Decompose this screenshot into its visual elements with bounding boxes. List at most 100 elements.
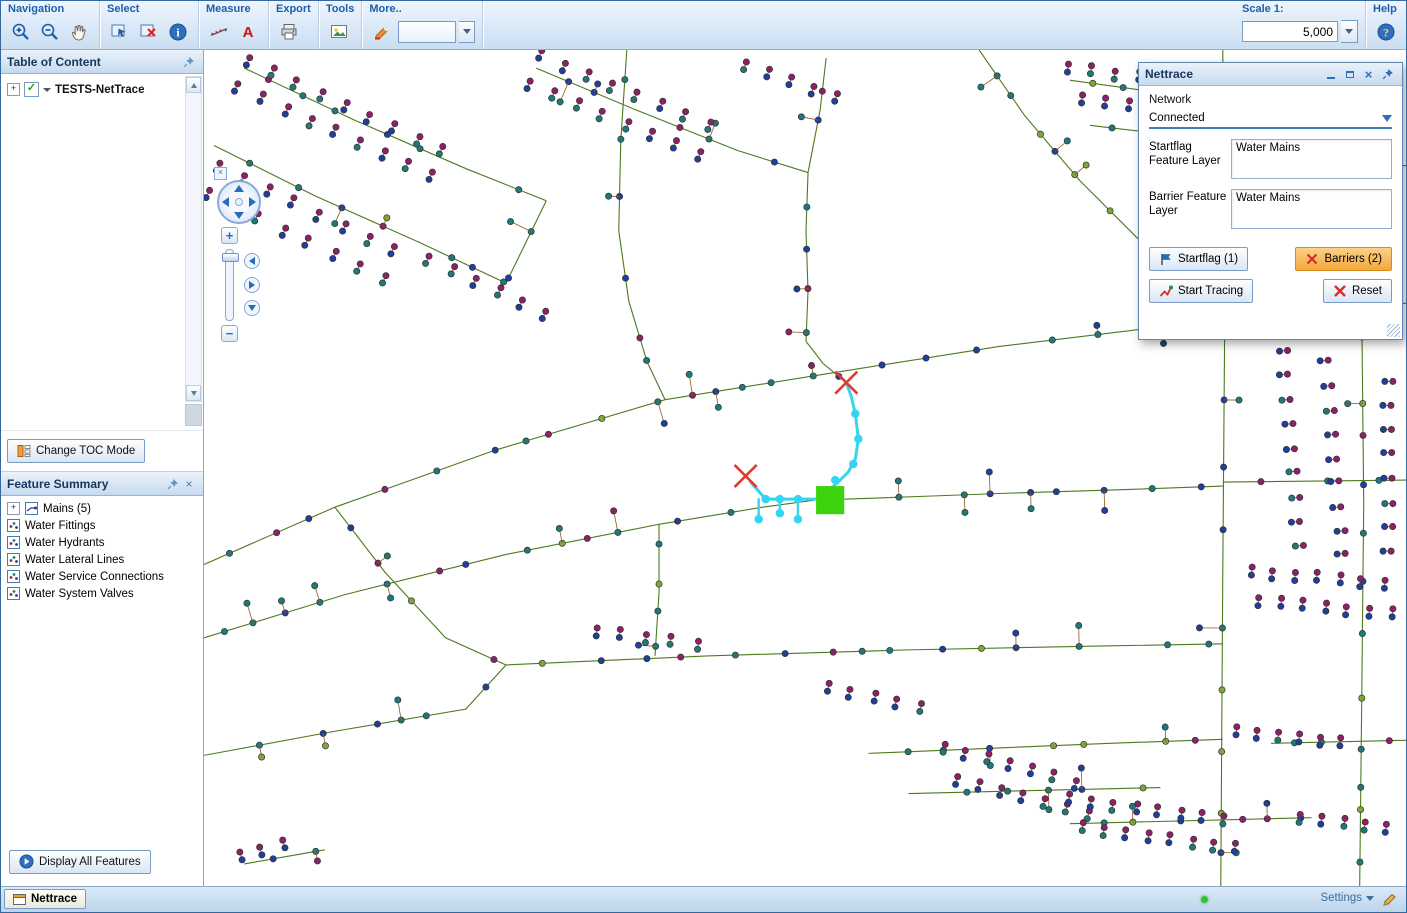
expander-icon[interactable]: + — [7, 502, 20, 515]
settings-menu[interactable]: Settings — [1320, 892, 1374, 904]
zoom-extent-button[interactable] — [244, 300, 260, 316]
start-tracing-button-label: Start Tracing — [1178, 285, 1243, 297]
toc-scrollbar[interactable] — [185, 76, 202, 402]
nettrace-dialog-titlebar[interactable]: Nettrace × — [1139, 63, 1402, 86]
network-selected-value: Connected — [1149, 112, 1382, 124]
group-label-export: Export — [276, 3, 311, 15]
toc-footer: Change TOC Mode — [1, 431, 203, 472]
group-label-tools: Tools — [326, 3, 355, 15]
layer-icon — [7, 519, 20, 532]
feature-summary-close-button[interactable]: × — [181, 476, 197, 492]
pan-west-icon[interactable] — [222, 197, 229, 207]
scroll-up-button[interactable] — [186, 77, 201, 93]
list-item-label: Water Hydrants — [25, 537, 104, 549]
pan-button[interactable] — [66, 19, 92, 45]
change-toc-mode-button[interactable]: Change TOC Mode — [7, 439, 145, 463]
list-item-water-system-valves[interactable]: Water System Valves — [1, 585, 203, 602]
nettrace-task-button[interactable]: Nettrace — [4, 889, 86, 909]
nettrace-dialog-title: Nettrace — [1145, 67, 1320, 81]
display-all-features-button[interactable]: Display All Features — [9, 850, 151, 874]
dialog-pin-button[interactable] — [1379, 66, 1396, 82]
expander-icon[interactable]: + — [7, 83, 20, 96]
zoom-in-slider-button[interactable]: + — [221, 227, 238, 244]
toc-root-item[interactable]: + ✓ TESTS-NetTrace — [1, 74, 203, 105]
main-content: Table of Content + ✓ TESTS-NetTrace — [1, 50, 1406, 886]
list-item-water-fittings[interactable]: Water Fittings — [1, 517, 203, 534]
sidebar: Table of Content + ✓ TESTS-NetTrace — [1, 50, 204, 886]
feature-summary-pin-button[interactable] — [165, 476, 181, 492]
dialog-resize-grip[interactable] — [1387, 324, 1400, 337]
redline-button[interactable] — [369, 19, 395, 45]
zoom-slider-thumb[interactable] — [222, 253, 239, 262]
feature-summary-title: Feature Summary — [7, 477, 165, 491]
toc-root-label: TESTS-NetTrace — [55, 84, 144, 96]
list-item-water-service-connections[interactable]: Water Service Connections — [1, 568, 203, 585]
feature-summary-header: Feature Summary × — [1, 472, 203, 496]
scroll-down-button[interactable] — [186, 385, 201, 401]
help-button[interactable]: ? — [1373, 19, 1399, 45]
pin-icon — [183, 56, 195, 68]
list-item-label: Mains (5) — [43, 503, 91, 515]
list-item-water-lateral-lines[interactable]: Water Lateral Lines — [1, 551, 203, 568]
settings-label: Settings — [1320, 892, 1362, 904]
zoom-out-button[interactable] — [37, 19, 63, 45]
pan-hand-icon — [69, 22, 89, 42]
scale-input[interactable] — [1242, 21, 1338, 42]
layer-icon — [7, 553, 20, 566]
chevron-down-icon[interactable] — [43, 88, 51, 92]
feature-summary-list: + Mains (5) Water Fittings Water Hydrant… — [1, 496, 203, 886]
list-item-mains[interactable]: + Mains (5) — [1, 500, 203, 517]
pan-center-icon[interactable] — [235, 198, 243, 206]
network-label: Network — [1149, 94, 1392, 106]
start-tracing-button[interactable]: Start Tracing — [1149, 279, 1253, 303]
zoom-out-icon — [40, 22, 60, 42]
nettrace-dialog: Nettrace × Network Connected Start — [1138, 62, 1403, 340]
barrier-layer-value[interactable]: Water Mains — [1231, 189, 1392, 229]
restore-button[interactable] — [1341, 66, 1358, 82]
pan-east-icon[interactable] — [249, 197, 256, 207]
more-tools-dropdown-button[interactable] — [459, 21, 475, 43]
display-all-features-label: Display All Features — [39, 856, 141, 868]
snapshot-button[interactable] — [326, 19, 352, 45]
select-features-button[interactable] — [107, 19, 133, 45]
pan-south-icon[interactable] — [234, 212, 244, 219]
previous-extent-button[interactable] — [244, 253, 260, 269]
pencil-icon — [1382, 892, 1397, 907]
toolbar-group-measure: Measure A — [199, 1, 269, 49]
layer-checkbox[interactable]: ✓ — [24, 82, 39, 97]
next-extent-button[interactable] — [244, 277, 260, 293]
barriers-button[interactable]: Barriers (2) — [1295, 247, 1392, 271]
minimize-button[interactable] — [1322, 66, 1339, 82]
toolbar-group-tools: Tools — [319, 1, 363, 49]
zoom-out-slider-button[interactable]: − — [221, 325, 238, 342]
statusbar: Nettrace Settings — [1, 886, 1406, 912]
list-item-label: Water Lateral Lines — [25, 554, 124, 566]
feature-info-button[interactable]: i — [165, 19, 191, 45]
group-label-help: Help — [1373, 3, 1399, 15]
toc-panel-title: Table of Content — [7, 55, 181, 69]
scale-dropdown-button[interactable] — [1341, 20, 1358, 43]
list-item-water-hydrants[interactable]: Water Hydrants — [1, 534, 203, 551]
measure-distance-button[interactable] — [206, 19, 232, 45]
window-icon — [13, 894, 26, 905]
app-window: Navigation Select — [0, 0, 1407, 913]
print-button[interactable] — [276, 19, 302, 45]
startflag-layer-value[interactable]: Water Mains — [1231, 139, 1392, 179]
startflag-button[interactable]: Startflag (1) — [1149, 247, 1248, 271]
reset-button[interactable]: Reset — [1323, 279, 1392, 303]
toolbar-group-help: Help ? — [1366, 1, 1406, 49]
pan-compass[interactable] — [217, 180, 261, 224]
nav-widget-close-button[interactable]: × — [214, 167, 227, 180]
network-select[interactable]: Connected — [1149, 109, 1392, 129]
zoom-in-button[interactable] — [8, 19, 34, 45]
pan-north-icon[interactable] — [234, 185, 244, 192]
toc-pin-button[interactable] — [181, 54, 197, 70]
close-button[interactable]: × — [1360, 66, 1377, 82]
annotate-text-button[interactable]: A — [235, 19, 261, 45]
toolbar-group-navigation: Navigation — [1, 1, 100, 49]
clear-selection-button[interactable] — [136, 19, 162, 45]
restore-icon — [1346, 71, 1354, 78]
more-tools-combobox[interactable] — [398, 21, 456, 43]
map-viewport[interactable]: × + − Nettrace — [204, 50, 1406, 886]
edit-redline-button[interactable] — [1380, 890, 1398, 908]
